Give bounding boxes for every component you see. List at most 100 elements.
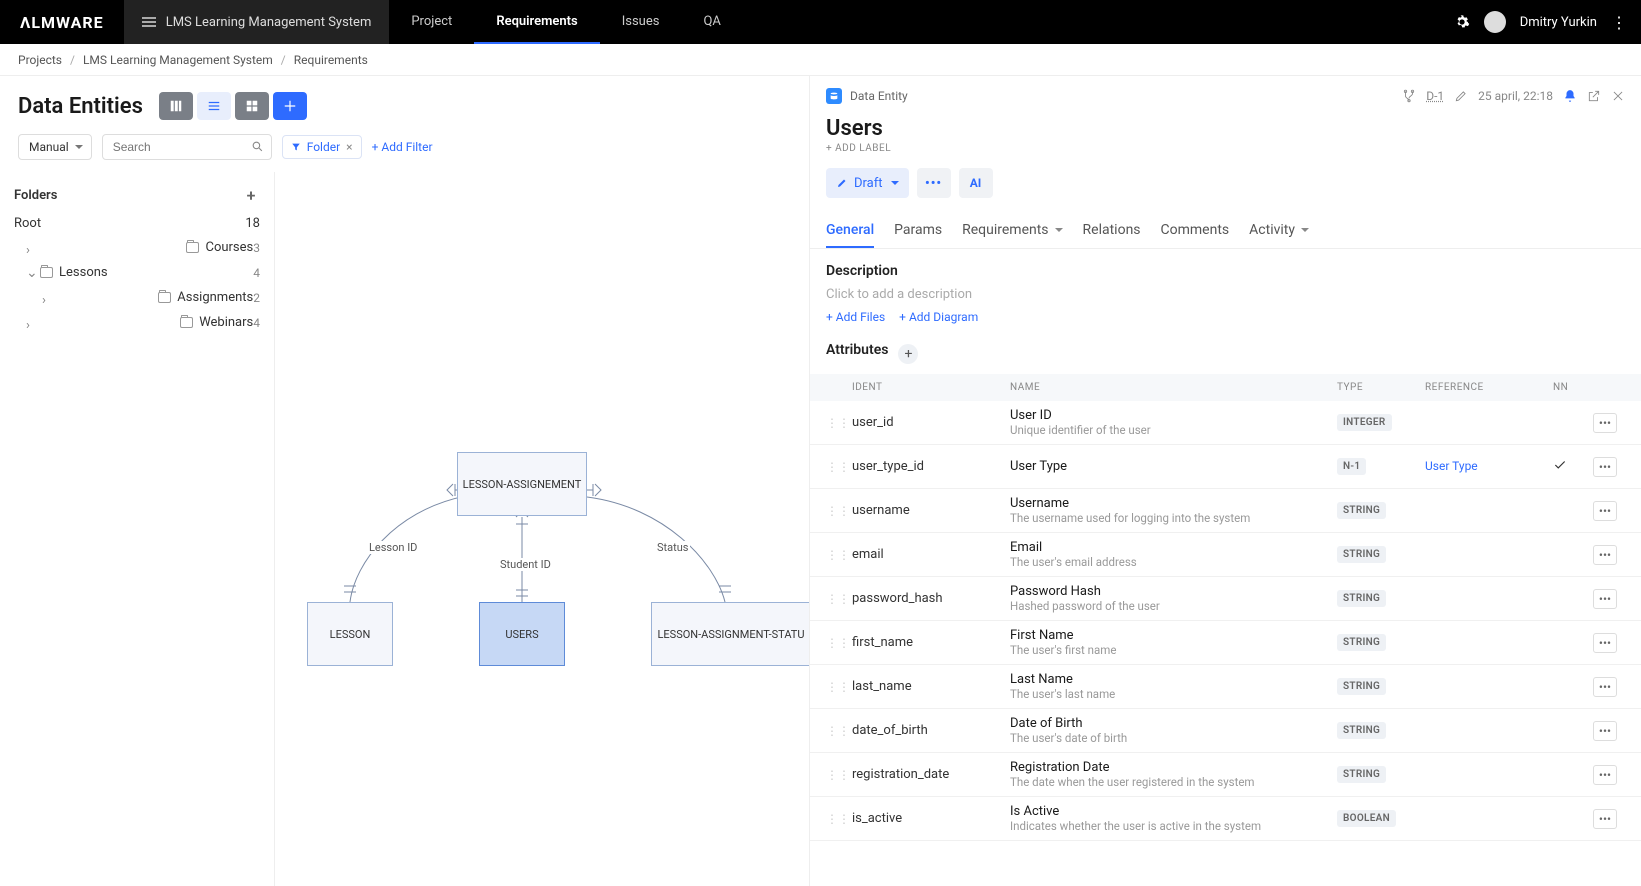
mode-select[interactable]: Manual	[18, 134, 92, 160]
close-icon[interactable]	[1611, 89, 1625, 103]
description-placeholder[interactable]: Click to add a description	[826, 287, 1625, 302]
attr-more-button[interactable]: •••	[1593, 457, 1617, 477]
chevron-right-icon	[42, 293, 154, 303]
folder-webinars[interactable]: Webinars 4	[0, 310, 274, 335]
drag-handle-icon[interactable]: ⋮⋮	[826, 768, 844, 782]
entity-lesson[interactable]: LESSON	[307, 602, 393, 666]
more-icon[interactable]: ⋮	[1611, 13, 1627, 32]
entity-lesson-assignment-status[interactable]: LESSON-ASSIGNMENT-STATU	[651, 602, 809, 666]
tab-requirements[interactable]: Requirements	[962, 214, 1062, 248]
folder-lessons[interactable]: Lessons 4	[0, 260, 274, 285]
attr-more-button[interactable]: •••	[1593, 413, 1617, 433]
diagram-canvas[interactable]: LESSON-ASSIGNEMENT LESSON USERS LESSON-A…	[275, 172, 809, 886]
project-switcher[interactable]: LMS Learning Management System	[124, 0, 390, 44]
attr-name: User IDUnique identifier of the user	[1010, 408, 1329, 437]
attr-type: STRING	[1337, 502, 1417, 519]
add-attribute-button[interactable]: +	[898, 344, 918, 364]
view-grid-button[interactable]	[235, 92, 269, 120]
entity-title[interactable]: Users	[810, 108, 1641, 143]
tab-params[interactable]: Params	[894, 214, 942, 248]
drag-handle-icon[interactable]: ⋮⋮	[826, 680, 844, 694]
drag-handle-icon[interactable]: ⋮⋮	[826, 504, 844, 518]
branch-icon[interactable]	[1402, 89, 1416, 103]
attr-name: Is ActiveIndicates whether the user is a…	[1010, 804, 1329, 833]
attr-ident: user_id	[852, 415, 1002, 430]
attr-more-button[interactable]: •••	[1593, 589, 1617, 609]
topnav-qa[interactable]: QA	[681, 0, 742, 44]
drag-handle-icon[interactable]: ⋮⋮	[826, 636, 844, 650]
tab-general[interactable]: General	[826, 214, 874, 248]
attr-name: Date of BirthThe user's date of birth	[1010, 716, 1329, 745]
attr-row: ⋮⋮ user_type_id User Type N-1 User Type …	[810, 445, 1641, 489]
attr-more-button[interactable]: •••	[1593, 677, 1617, 697]
folder-assignments[interactable]: Assignments 2	[0, 285, 274, 310]
topnav-requirements[interactable]: Requirements	[474, 0, 599, 44]
drag-handle-icon[interactable]: ⋮⋮	[826, 460, 844, 474]
bell-icon[interactable]	[1563, 89, 1577, 103]
attr-nn	[1553, 458, 1585, 476]
chevron-right-icon	[26, 318, 176, 328]
attr-more-button[interactable]: •••	[1593, 501, 1617, 521]
tab-comments[interactable]: Comments	[1161, 214, 1230, 248]
entity-id[interactable]: D-1	[1426, 89, 1444, 103]
top-nav: ProjectRequirementsIssuesQA	[389, 0, 743, 44]
folder-icon	[158, 292, 171, 303]
add-folder-button[interactable]: +	[242, 186, 260, 204]
settings-icon[interactable]	[1454, 14, 1470, 30]
edit-icon[interactable]	[1454, 89, 1468, 103]
topnav-project[interactable]: Project	[389, 0, 474, 44]
drag-handle-icon[interactable]: ⋮⋮	[826, 724, 844, 738]
drag-handle-icon[interactable]: ⋮⋮	[826, 416, 844, 430]
open-external-icon[interactable]	[1587, 89, 1601, 103]
add-diagram-link[interactable]: + Add Diagram	[899, 310, 978, 324]
attr-more-button[interactable]: •••	[1593, 633, 1617, 653]
more-actions-button[interactable]: •••	[917, 168, 951, 198]
pencil-icon	[836, 177, 848, 189]
menu-icon	[142, 17, 156, 27]
ai-button[interactable]: AI	[959, 168, 993, 198]
chevron-down-icon	[26, 268, 36, 278]
description-title: Description	[826, 263, 1625, 279]
attr-more-button[interactable]: •••	[1593, 545, 1617, 565]
add-files-link[interactable]: + Add Files	[826, 310, 885, 324]
entity-lesson-assignment[interactable]: LESSON-ASSIGNEMENT	[457, 452, 587, 516]
search-input[interactable]	[102, 134, 272, 160]
attr-name: EmailThe user's email address	[1010, 540, 1329, 569]
attr-more-button[interactable]: •••	[1593, 809, 1617, 829]
add-entity-button[interactable]	[273, 92, 307, 120]
breadcrumb-current[interactable]: Requirements	[294, 53, 368, 67]
attr-type: N-1	[1337, 458, 1417, 475]
drag-handle-icon[interactable]: ⋮⋮	[826, 812, 844, 826]
drag-handle-icon[interactable]: ⋮⋮	[826, 592, 844, 606]
entity-type-label: Data Entity	[850, 89, 908, 103]
folder-icon	[40, 267, 53, 278]
attr-type: STRING	[1337, 634, 1417, 651]
attr-reference[interactable]: User Type	[1425, 459, 1545, 474]
view-list-button[interactable]	[197, 92, 231, 120]
attr-type: INTEGER	[1337, 414, 1417, 431]
drag-handle-icon[interactable]: ⋮⋮	[826, 548, 844, 562]
edge-label-status: Status	[655, 541, 690, 554]
attr-name: First NameThe user's first name	[1010, 628, 1329, 657]
user-avatar[interactable]	[1484, 11, 1506, 33]
add-filter-link[interactable]: + Add Filter	[372, 140, 433, 154]
folders-title: Folders	[14, 188, 57, 203]
entity-users[interactable]: USERS	[479, 602, 565, 666]
tab-relations[interactable]: Relations	[1083, 214, 1141, 248]
topnav-issues[interactable]: Issues	[600, 0, 682, 44]
attr-more-button[interactable]: •••	[1593, 721, 1617, 741]
root-folder[interactable]: Root	[14, 216, 41, 231]
attr-row: ⋮⋮ is_active Is ActiveIndicates whether …	[810, 797, 1641, 841]
attr-more-button[interactable]: •••	[1593, 765, 1617, 785]
breadcrumb-projects[interactable]: Projects	[18, 53, 62, 67]
view-columns-button[interactable]	[159, 92, 193, 120]
folder-courses[interactable]: Courses 3	[0, 235, 274, 260]
filter-folder-chip[interactable]: Folder ×	[282, 135, 362, 159]
filter-folder-clear[interactable]: ×	[346, 140, 352, 154]
add-label-link[interactable]: + ADD LABEL	[810, 143, 1641, 168]
tab-activity[interactable]: Activity	[1249, 214, 1309, 248]
attr-header: IDENT NAME TYPE REFERENCE NN	[810, 374, 1641, 401]
attr-row: ⋮⋮ date_of_birth Date of BirthThe user's…	[810, 709, 1641, 753]
status-dropdown[interactable]: Draft	[826, 168, 909, 198]
breadcrumb-project[interactable]: LMS Learning Management System	[83, 53, 273, 67]
